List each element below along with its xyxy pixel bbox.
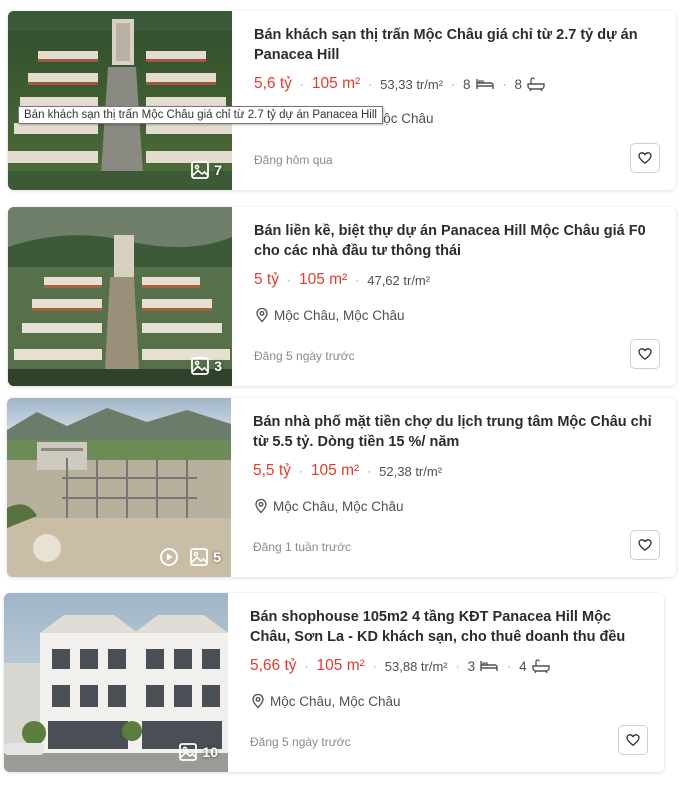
media-count: 5 — [159, 547, 221, 567]
heart-icon — [637, 150, 653, 166]
listing-price: 5,66 tỷ — [250, 657, 297, 674]
listing-title[interactable]: Bán shophouse 105m2 4 tầng KĐT Panacea H… — [250, 607, 646, 647]
listing-area: 105 m² — [311, 75, 361, 92]
listing-title[interactable]: Bán liền kề, biệt thự dự án Panacea Hill… — [254, 221, 658, 261]
posted-time: Đăng 1 tuần trước — [253, 540, 351, 554]
price-row: 5,66 tỷ · 105 m² · 53,88 tr/m² · 3 · 4 — [250, 657, 551, 675]
bedroom-count: 8 — [463, 76, 495, 92]
posted-time: Đăng 5 ngày trước — [250, 735, 351, 749]
listing-body: Bán khách sạn thị trấn Mộc Châu giá chỉ … — [232, 11, 676, 190]
listing-location: Mộc Châu, Mộc Châu — [250, 693, 401, 709]
location-pin-icon — [254, 307, 270, 323]
image-icon — [178, 742, 198, 762]
play-video-icon — [159, 547, 179, 567]
listing-price: 5,5 tỷ — [253, 462, 291, 479]
bath-icon — [531, 658, 551, 674]
posted-time: Đăng 5 ngày trước — [254, 349, 355, 363]
listing-card[interactable]: 7 Bán khách sạn thị trấn Mộc Châu giá ch… — [8, 11, 676, 190]
bathroom-count: 8 — [515, 76, 547, 92]
save-listing-button[interactable] — [618, 725, 648, 755]
save-listing-button[interactable] — [630, 530, 660, 560]
listing-location: Mộc Châu, Mộc Châu — [253, 498, 404, 514]
listing-body: Bán shophouse 105m2 4 tầng KĐT Panacea H… — [228, 593, 664, 772]
listing-area: 105 m² — [298, 271, 348, 288]
listing-area: 105 m² — [310, 462, 360, 479]
listing-thumbnail[interactable]: 10 — [4, 593, 228, 772]
price-row: 5,6 tỷ · 105 m² · 53,33 tr/m² · 8 · 8 — [254, 75, 546, 93]
media-count: 7 — [190, 160, 222, 180]
listing-price: 5,6 tỷ — [254, 75, 292, 92]
image-icon — [190, 160, 210, 180]
save-listing-button[interactable] — [630, 339, 660, 369]
bathroom-count: 4 — [519, 658, 551, 674]
listing-location: Mộc Châu, Mộc Châu — [254, 307, 405, 323]
listing-title[interactable]: Bán nhà phố mặt tiền chợ du lịch trung t… — [253, 412, 658, 452]
listing-body: Bán liền kề, biệt thự dự án Panacea Hill… — [232, 207, 676, 386]
image-icon — [189, 547, 209, 567]
bed-icon — [475, 76, 495, 92]
bed-icon — [479, 658, 499, 674]
listing-price: 5 tỷ — [254, 271, 279, 288]
price-row: 5,5 tỷ · 105 m² · 52,38 tr/m² — [253, 462, 443, 479]
listing-price-per-m2: 47,62 tr/m² — [367, 272, 431, 288]
listing-price-per-m2: 52,38 tr/m² — [379, 463, 443, 479]
listing-body: Bán nhà phố mặt tiền chợ du lịch trung t… — [231, 398, 676, 577]
save-listing-button[interactable] — [630, 143, 660, 173]
listing-thumbnail[interactable]: 5 — [7, 398, 231, 577]
media-count: 3 — [190, 356, 222, 376]
heart-icon — [625, 732, 641, 748]
listing-card[interactable]: 10 Bán shophouse 105m2 4 tầng KĐT Panace… — [4, 593, 664, 772]
listing-thumbnail[interactable]: 7 — [8, 11, 232, 190]
price-row: 5 tỷ · 105 m² · 47,62 tr/m² — [254, 271, 431, 288]
listing-price-per-m2: 53,88 tr/m² — [384, 658, 448, 674]
location-pin-icon — [253, 498, 269, 514]
location-pin-icon — [250, 693, 266, 709]
bath-icon — [526, 76, 546, 92]
posted-time: Đăng hôm qua — [254, 153, 333, 167]
image-icon — [190, 356, 210, 376]
listing-card[interactable]: 5 Bán nhà phố mặt tiền chợ du lịch trung… — [7, 398, 676, 577]
title-tooltip: Bán khách sạn thị trấn Mộc Châu giá chỉ … — [18, 106, 383, 124]
listing-price-per-m2: 53,33 tr/m² — [380, 76, 444, 92]
heart-icon — [637, 346, 653, 362]
listing-title[interactable]: Bán khách sạn thị trấn Mộc Châu giá chỉ … — [254, 25, 658, 65]
listing-thumbnail[interactable]: 3 — [8, 207, 232, 386]
media-count: 10 — [178, 742, 218, 762]
listing-area: 105 m² — [316, 657, 365, 674]
listing-card[interactable]: 3 Bán liền kề, biệt thự dự án Panacea Hi… — [8, 207, 676, 386]
heart-icon — [637, 537, 653, 553]
bedroom-count: 3 — [468, 658, 500, 674]
